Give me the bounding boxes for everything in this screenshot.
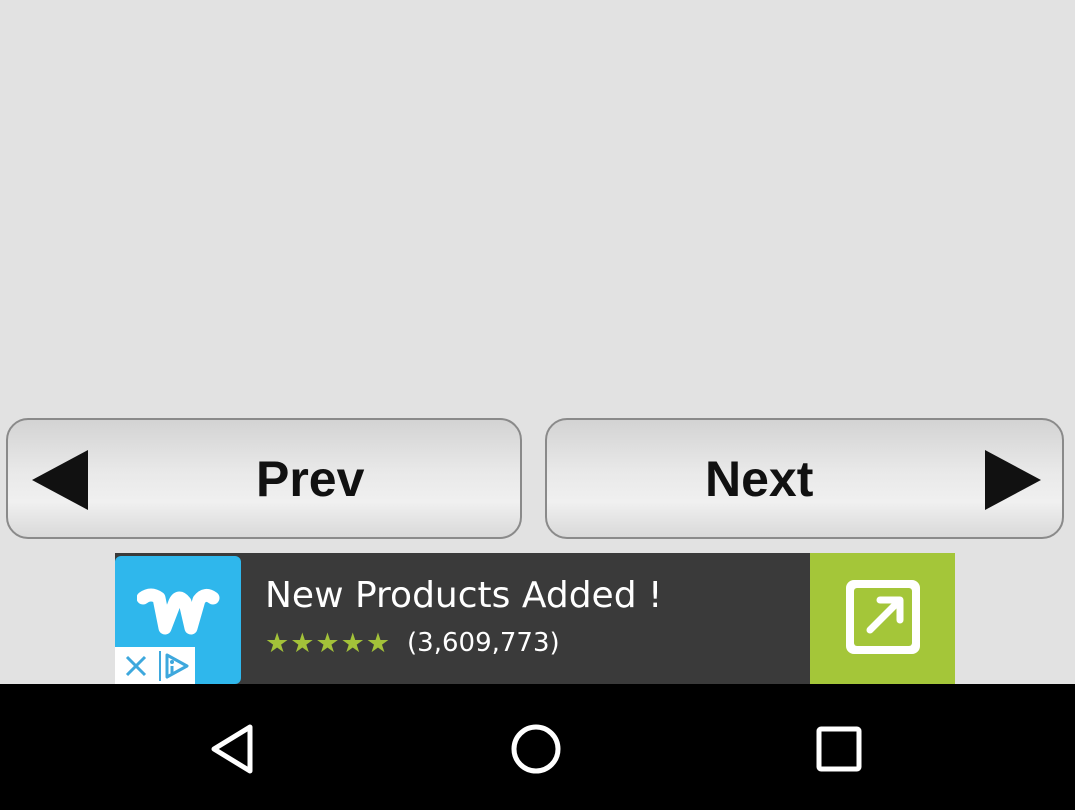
- next-label: Next: [705, 450, 814, 507]
- wish-w-icon: [137, 588, 220, 635]
- next-button[interactable]: Next: [545, 418, 1064, 539]
- ad-banner[interactable]: New Products Added ! ★★★★★ (3,609,773): [115, 553, 955, 684]
- system-navigation-bar: [0, 684, 1075, 810]
- prev-label: Prev: [256, 450, 365, 507]
- rating-count: (3,609,773): [407, 628, 560, 658]
- ad-rating: ★★★★★ (3,609,773): [265, 625, 560, 661]
- arrow-right-icon: [985, 450, 1041, 510]
- adchoices-icon[interactable]: [157, 649, 193, 683]
- ad-controls: [115, 647, 195, 684]
- rating-stars: ★★★★★: [265, 627, 392, 659]
- back-icon[interactable]: [204, 719, 264, 779]
- close-icon[interactable]: [119, 649, 153, 683]
- screen: Prev Next New Products Added ! ★★★★★ (3,…: [0, 0, 1075, 810]
- content-area: [0, 0, 1075, 410]
- open-external-icon: [846, 580, 920, 654]
- ad-title: New Products Added !: [265, 575, 663, 616]
- home-icon[interactable]: [506, 719, 566, 779]
- prev-button[interactable]: Prev: [6, 418, 522, 539]
- arrow-left-icon: [32, 450, 88, 510]
- recent-apps-icon[interactable]: [809, 719, 869, 779]
- ad-open-button[interactable]: [810, 553, 955, 684]
